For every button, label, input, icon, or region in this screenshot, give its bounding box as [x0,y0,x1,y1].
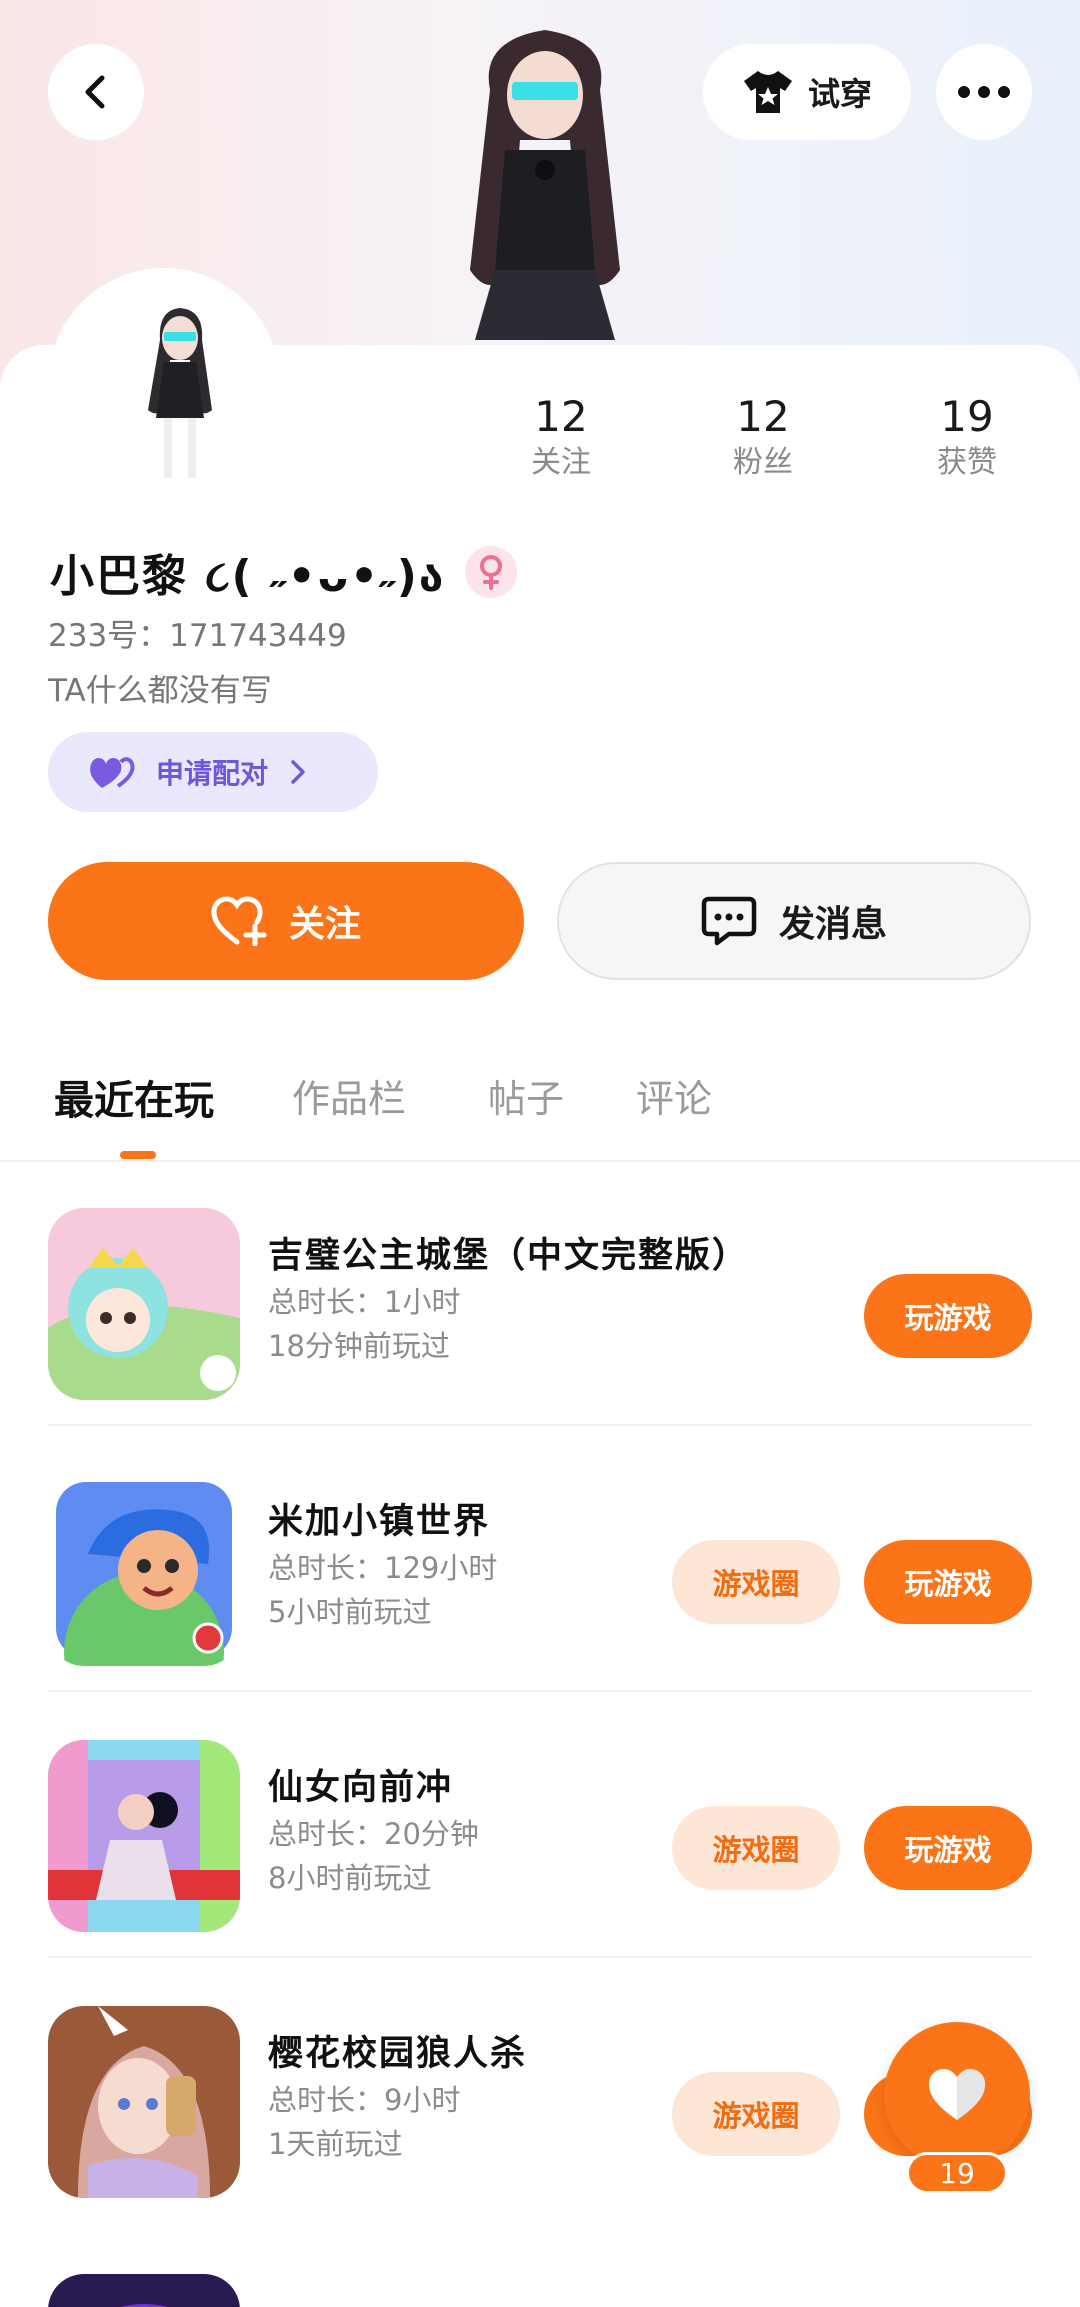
female-icon [465,546,518,598]
game-circle-button[interactable]: 游戏圈 [672,2072,840,2156]
stat-fans-value: 12 [736,392,790,441]
send-message-label: 发消息 [778,904,887,945]
chevron-left-icon [85,75,105,109]
stat-following-value: 12 [534,392,588,441]
list-item-game[interactable]: 米加小镇世界 总时长：129小时 5小时前玩过 游戏圈 玩游戏 [48,1428,1032,1692]
more-dots-icon [958,86,1010,98]
more-button[interactable] [936,44,1032,140]
back-button[interactable] [48,44,144,140]
play-game-button[interactable]: 玩游戏 [864,1274,1032,1358]
heart-icon [929,2069,985,2120]
list-item-game[interactable]: 仙女向前冲 总时长：20分钟 8小时前玩过 游戏圈 玩游戏 [48,1694,1032,1958]
tab-comments[interactable]: 评论 [636,1068,712,1123]
stat-fans-label: 粉丝 [733,445,793,480]
game-title: 米加小镇世界 [268,1502,491,1542]
game-icon-partial [48,2274,240,2307]
play-game-button[interactable]: 玩游戏 [864,1806,1032,1890]
play-game-button[interactable]: 玩游戏 [864,1540,1032,1624]
profile-tabs: 最近在玩 作品栏 帖子 评论 [0,1060,1080,1162]
pair-request-label: 申请配对 [156,757,269,790]
game-last-played: 1天前玩过 [268,2127,403,2161]
stat-following[interactable]: 12 关注 [481,392,641,484]
game-last-played: 8小时前玩过 [268,1861,432,1895]
user-id: 233号：171743449 [48,618,347,654]
game-title: 仙女向前冲 [268,1768,454,1808]
send-message-button[interactable]: 发消息 [557,862,1031,980]
floating-like-button[interactable] [884,2022,1030,2168]
game-info: 米加小镇世界 总时长：129小时 5小时前玩过 [268,1498,497,1634]
game-duration: 总时长：20分钟 [268,1817,479,1851]
chevron-right-icon [291,760,305,784]
try-on-label: 试穿 [807,75,872,113]
game-last-played: 5小时前玩过 [268,1595,432,1629]
stat-likes-label: 获赞 [937,445,997,480]
game-icon-fairy-rush [48,1740,240,1932]
chat-bubble-icon [701,896,757,946]
game-circle-button[interactable]: 游戏圈 [672,1806,840,1890]
game-title: 樱花校园狼人杀 [268,2034,528,2074]
list-item-game[interactable]: 吉璧公主城堡（中文完整版） 总时长：1小时 18分钟前玩过 玩游戏 [48,1162,1032,1426]
like-count-badge: 19 [906,2152,1008,2194]
stat-fans[interactable]: 12 粉丝 [683,392,843,484]
follow-button[interactable]: 关注 [48,862,524,980]
user-name: 小巴黎 ૮( ˶•ᴗ•˶)ა [50,551,446,602]
tab-works[interactable]: 作品栏 [292,1068,406,1123]
game-icon-princess-castle [48,1208,240,1400]
game-duration: 总时长：9小时 [268,2083,461,2117]
tab-posts[interactable]: 帖子 [488,1068,564,1123]
double-heart-icon [90,757,135,788]
tshirt-star-icon [743,71,792,113]
game-circle-button[interactable]: 游戏圈 [672,1540,840,1624]
game-icon-miga-town [56,1482,232,1666]
stat-likes-value: 19 [940,392,994,441]
stat-following-label: 关注 [531,445,591,480]
avatar[interactable] [100,300,260,490]
follow-label: 关注 [288,904,361,945]
game-duration: 总时长：129小时 [268,1551,498,1585]
game-duration: 总时长：1小时 [268,1285,461,1319]
tab-recently-played[interactable]: 最近在玩 [54,1068,214,1126]
game-info: 仙女向前冲 总时长：20分钟 8小时前玩过 [268,1764,479,1900]
try-on-button[interactable]: 试穿 [703,44,911,140]
name-row: 小巴黎 ૮( ˶•ᴗ•˶)ა [50,540,518,604]
game-info: 樱花校园狼人杀 总时长：9小时 1天前玩过 [268,2030,527,2166]
avatar-3d-figure [470,30,620,340]
game-last-played: 18分钟前玩过 [268,1329,450,1363]
pair-request-button[interactable]: 申请配对 [48,732,378,812]
game-icon-sakura-werewolf [48,2006,240,2198]
active-tab-indicator [120,1151,156,1159]
heart-plus-icon [211,896,267,946]
user-bio: TA什么都没有写 [48,673,272,709]
game-title: 吉璧公主城堡（中文完整版） [268,1236,750,1276]
stat-likes[interactable]: 19 获赞 [887,392,1047,484]
game-info: 吉璧公主城堡（中文完整版） 总时长：1小时 18分钟前玩过 [268,1232,749,1368]
